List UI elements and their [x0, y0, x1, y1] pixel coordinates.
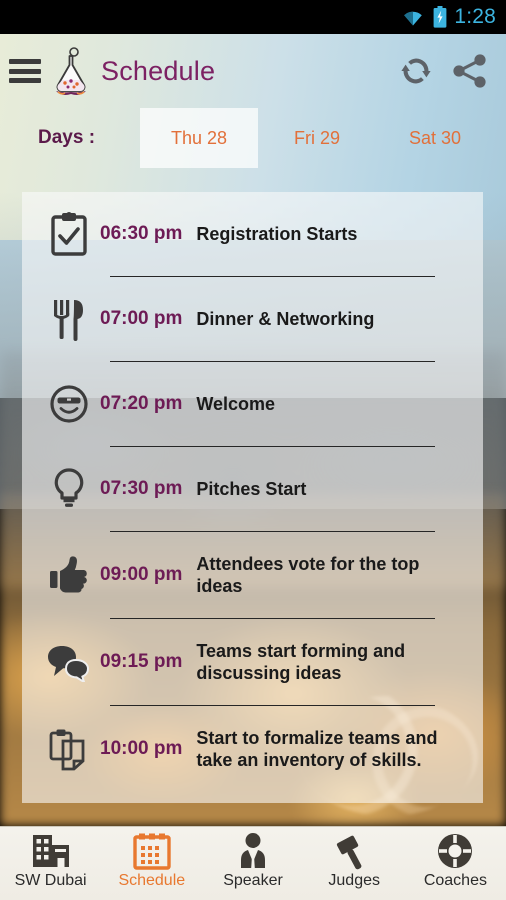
schedule-time: 10:00 pm	[100, 738, 183, 759]
schedule-time: 07:20 pm	[100, 393, 183, 414]
schedule-card: 06:30 pm Registration Starts 07:00 pm Di…	[22, 192, 483, 803]
hamburger-menu-icon[interactable]	[9, 59, 41, 83]
schedule-row[interactable]: 10:00 pm Start to formalize teams and ta…	[22, 706, 483, 792]
flask-logo-icon	[52, 47, 90, 95]
speaker-person-icon	[235, 831, 271, 871]
lightbulb-icon	[38, 467, 100, 511]
page-title: Schedule	[101, 55, 216, 86]
lifebuoy-icon	[436, 831, 474, 871]
schedule-time: 09:15 pm	[100, 651, 183, 672]
share-icon[interactable]	[442, 45, 498, 97]
clipboard-copy-icon	[38, 727, 100, 771]
schedule-row[interactable]: 06:30 pm Registration Starts	[22, 192, 483, 276]
nav-label: Speaker	[223, 872, 283, 889]
schedule-time: 06:30 pm	[100, 223, 183, 244]
schedule-row[interactable]: 07:30 pm Pitches Start	[22, 447, 483, 531]
clipboard-check-icon	[38, 212, 100, 256]
status-bar-clock: 1:28	[454, 5, 496, 28]
buildings-icon	[31, 831, 71, 871]
nav-label: Schedule	[118, 872, 186, 889]
nav-item-speaker[interactable]: Speaker	[202, 827, 303, 890]
schedule-title: Teams start forming and discussing ideas	[196, 640, 406, 683]
nav-label: Judges	[328, 872, 380, 889]
schedule-row[interactable]: 09:15 pm Teams start forming and discuss…	[22, 619, 483, 705]
days-tab-strip: Days : Thu 28 Fri 29 Sat 30	[0, 108, 506, 168]
action-bar: Schedule	[0, 34, 506, 108]
nav-label: SW Dubai	[14, 872, 87, 889]
nav-item-schedule[interactable]: Schedule	[101, 827, 202, 890]
gavel-icon	[335, 831, 373, 871]
nav-item-coaches[interactable]: Coaches	[405, 827, 506, 890]
speech-bubbles-icon	[38, 642, 100, 682]
status-bar: 1:28	[0, 0, 506, 34]
nav-label: Coaches	[423, 872, 487, 889]
schedule-time: 07:00 pm	[100, 308, 183, 329]
day-tab-thu[interactable]: Thu 28	[140, 108, 258, 168]
nav-item-sw-dubai[interactable]: SW Dubai	[0, 827, 101, 890]
schedule-title: Attendees vote for the top ideas	[196, 553, 420, 596]
app-screen: 1:28 Schedule Days: Thu 28 Fri 29 Sat 3…	[0, 0, 506, 900]
schedule-row[interactable]: 07:00 pm Dinner & Networking	[22, 277, 483, 361]
schedule-title: Start to formalize teams and take an inv…	[196, 727, 438, 770]
day-tab-sat[interactable]: Sat 30	[376, 108, 494, 168]
nav-item-judges[interactable]: Judges	[304, 827, 405, 890]
refresh-icon[interactable]	[390, 45, 442, 97]
schedule-time: 07:30 pm	[100, 478, 183, 499]
thumbs-up-icon	[38, 554, 100, 596]
schedule-row[interactable]: 09:00 pm Attendees vote for the top idea…	[22, 532, 483, 618]
battery-charging-icon	[433, 6, 447, 28]
smiley-sunglasses-icon	[38, 384, 100, 424]
schedule-row[interactable]: 07:20 pm Welcome	[22, 362, 483, 446]
schedule-title: Dinner & Networking	[196, 308, 375, 329]
schedule-title: Pitches Start	[196, 478, 307, 499]
bottom-navigation-bar: SW Dubai Schedule Speaker Judges Coaches	[0, 826, 506, 900]
fork-knife-icon	[38, 297, 100, 341]
day-tab-fri[interactable]: Fri 29	[258, 108, 376, 168]
schedule-time: 09:00 pm	[100, 564, 183, 585]
schedule-title: Registration Starts	[196, 223, 358, 244]
schedule-title: Welcome	[196, 393, 276, 414]
calendar-icon	[133, 831, 171, 871]
days-label: Days :	[38, 127, 96, 148]
wifi-icon	[404, 11, 423, 26]
